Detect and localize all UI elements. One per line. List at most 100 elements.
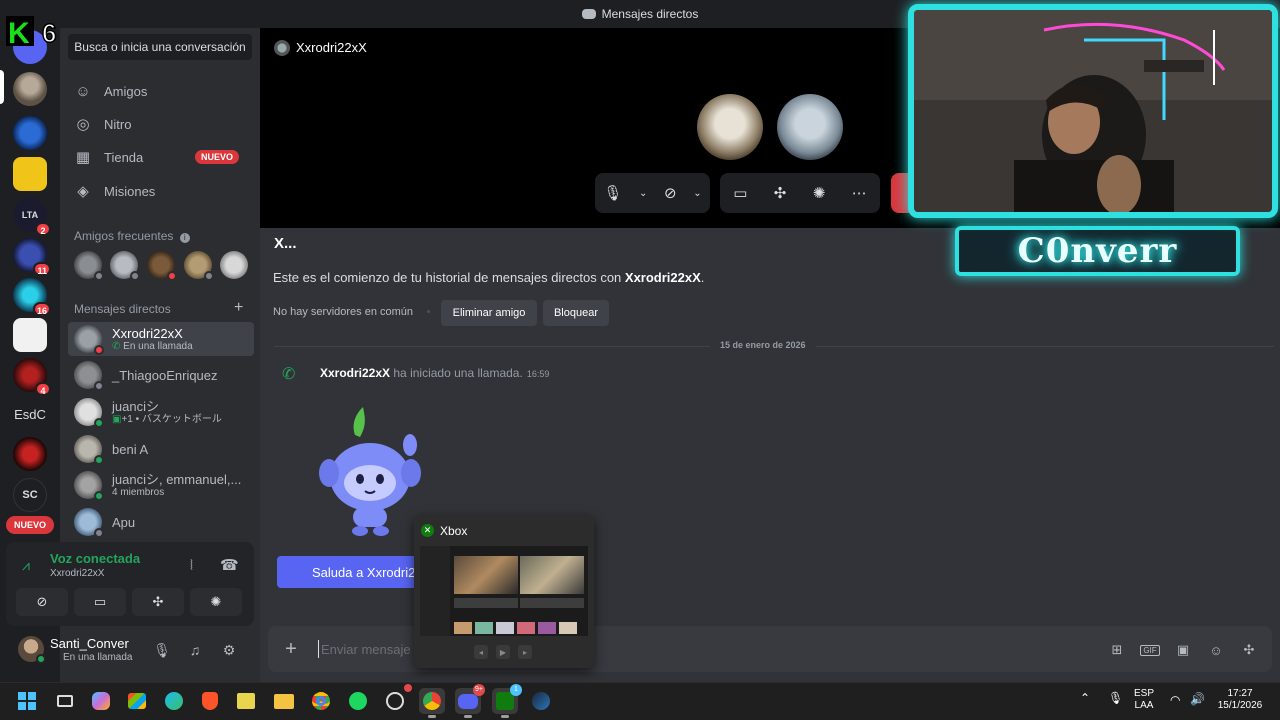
server-sc[interactable]: SC [13, 478, 47, 512]
camera-off-button[interactable]: ⊘ [16, 588, 68, 616]
screen-share-button[interactable]: ▭ [74, 588, 126, 616]
server-avatar[interactable] [13, 72, 47, 106]
discord-taskbar-icon[interactable]: 9+ [455, 684, 485, 718]
file-explorer-icon[interactable] [271, 688, 297, 714]
emoji-icon[interactable]: ☺ [1206, 640, 1226, 660]
call-participant-avatar[interactable] [777, 94, 843, 160]
server-lta[interactable]: LTA 2 [13, 198, 51, 236]
dm-item[interactable]: _ThiagooEnriquez [68, 358, 254, 392]
camera-off-icon[interactable]: ⊘ [664, 184, 677, 202]
soundboard-icon[interactable]: ✺ [813, 184, 826, 202]
screen-share-icon[interactable]: ▭ [733, 184, 747, 202]
call-action-controls: ▭ ✣ ✺ ⋯ [720, 173, 880, 213]
chevron-down-icon[interactable]: ⌄ [693, 188, 701, 199]
wave-button[interactable]: Saluda a Xxrodri2 [277, 556, 427, 588]
call-text: ha iniciado una llamada. [390, 366, 523, 380]
noise-suppression-icon[interactable]: ⦚ [190, 557, 193, 574]
activities-icon[interactable]: ✣ [774, 184, 787, 202]
gif-icon[interactable]: GIF [1140, 640, 1160, 660]
apps-icon[interactable]: ✣ [1239, 640, 1259, 660]
previous-track-icon[interactable]: ◂ [474, 645, 488, 659]
chevron-down-icon[interactable]: ⌄ [639, 188, 647, 199]
server-bajo-mafia[interactable]: 4 [13, 358, 51, 396]
wumpus-illustration [319, 407, 421, 536]
clock[interactable]: 17:27 15/1/2026 [1216, 688, 1264, 712]
xbox-badge: 1 [510, 684, 522, 696]
sticker-icon[interactable]: ▣ [1173, 640, 1193, 660]
frequent-friend-avatar[interactable] [147, 251, 177, 281]
gear-icon[interactable]: ⚙ [219, 640, 239, 660]
language-bottom: LAA [1134, 700, 1154, 711]
signal-icon[interactable]: ⩘ [22, 557, 30, 574]
dm-item[interactable]: Apu [68, 505, 254, 539]
server-esdc[interactable]: EsdC [13, 397, 47, 431]
nav-friends[interactable]: ☺ Amigos [68, 75, 254, 107]
server-blue[interactable]: 11 [13, 238, 51, 276]
nav-nitro[interactable]: ◎ Nitro [68, 108, 254, 140]
search-button[interactable]: Busca o inicia una conversación [68, 34, 252, 60]
task-view-icon[interactable] [52, 688, 78, 714]
remove-friend-button[interactable]: Eliminar amigo [441, 300, 537, 326]
edge-icon[interactable] [161, 688, 187, 714]
voice-channel-name[interactable]: Xxrodri22xX [50, 568, 104, 579]
microphone-icon[interactable]: 🎙 [1108, 692, 1123, 704]
next-track-icon[interactable]: ▸ [518, 645, 532, 659]
intro-name: Xxrodri22xX [624, 270, 701, 285]
dm-item[interactable]: beni A [68, 432, 254, 466]
frequent-friend-avatar[interactable] [110, 251, 140, 281]
call-header-name[interactable]: Xxrodri22xX [296, 40, 367, 55]
screen-share-icon: ▭ [93, 594, 107, 609]
dm-item[interactable]: Xxrodri22xX ✆ En una llamada [68, 322, 254, 356]
copilot-icon[interactable] [88, 688, 114, 714]
store-icon[interactable] [124, 688, 150, 714]
dm-item[interactable]: juanciシ, emmanuel,... 4 miembros [68, 468, 254, 502]
spotify-icon[interactable] [345, 688, 371, 714]
frequent-friend-avatar[interactable] [74, 251, 104, 281]
brave-icon[interactable] [197, 688, 223, 714]
activities-button[interactable]: ✣ [132, 588, 184, 616]
xbox-preview-thumbnail[interactable] [420, 546, 588, 636]
chevron-up-icon[interactable]: ⌃ [1080, 692, 1090, 704]
message-input[interactable] [318, 640, 418, 658]
start-icon[interactable] [14, 688, 40, 714]
dm-item[interactable]: juanciシ ▣+1 • バスケットボール [68, 395, 254, 429]
notification-dot [404, 684, 412, 692]
server-cyan[interactable]: 16 [13, 278, 51, 316]
dm-intro-text: Este es el comienzo de tu historial de m… [273, 270, 704, 285]
microphone-icon[interactable]: 🎙 [152, 640, 172, 660]
server-bajo-facciones[interactable] [13, 437, 47, 471]
server-ascension[interactable] [13, 116, 47, 150]
add-attachment-icon[interactable]: + [280, 638, 302, 660]
block-button[interactable]: Bloquear [543, 300, 609, 326]
play-icon[interactable]: ▶ [496, 645, 510, 659]
frequent-friend-avatar[interactable] [220, 251, 248, 279]
soundboard-button[interactable]: ✺ [190, 588, 242, 616]
user-avatar[interactable] [18, 636, 46, 664]
call-user[interactable]: Xxrodri22xX [320, 366, 390, 380]
common-servers-text: No hay servidores en común [273, 306, 414, 318]
chrome-profile-icon[interactable] [419, 688, 445, 718]
server-madstore[interactable] [13, 318, 47, 352]
add-dm-icon[interactable]: + [234, 299, 243, 317]
nav-quests[interactable]: ◈ Misiones [68, 175, 254, 207]
server-yellow[interactable] [13, 157, 47, 191]
more-icon[interactable]: ⋯ [852, 184, 867, 202]
friends-icon: ☺ [75, 82, 91, 100]
microphone-icon[interactable]: 🎙 [603, 184, 622, 202]
app-icon[interactable] [382, 684, 412, 714]
wifi-icon[interactable]: ◠ [1170, 694, 1180, 706]
frequent-friend-avatar[interactable] [184, 251, 214, 281]
steam-icon[interactable] [528, 688, 554, 714]
language-indicator[interactable]: ESP LAA [1134, 688, 1154, 712]
volume-icon[interactable]: 🔊 [1190, 693, 1205, 705]
phone-icon: ✆ [112, 340, 121, 352]
call-participant-avatar[interactable] [697, 94, 763, 160]
notepad-icon[interactable] [233, 688, 259, 714]
nav-friends-label: Amigos [104, 83, 148, 99]
headphones-icon[interactable]: ♫ [185, 640, 205, 660]
chrome-icon[interactable] [308, 688, 334, 714]
xbox-taskbar-icon[interactable]: 1 [492, 684, 522, 718]
nav-nitro-label: Nitro [104, 116, 132, 132]
disconnect-icon[interactable]: ☎ [220, 556, 239, 574]
gift-icon[interactable]: ⊞ [1107, 640, 1127, 660]
